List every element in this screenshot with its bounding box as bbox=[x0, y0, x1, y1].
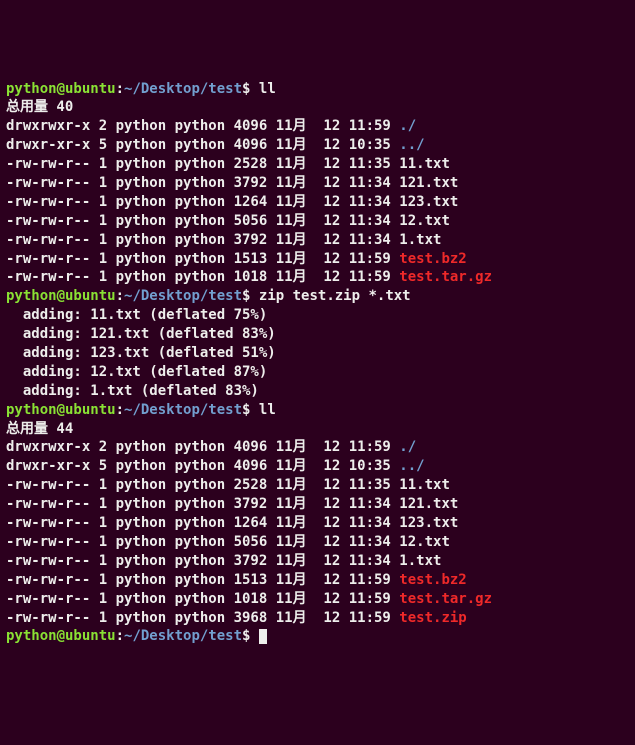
ls-meta: -rw-rw-r-- 1 python python 5056 11月 12 1… bbox=[6, 213, 399, 229]
ls-meta: -rw-rw-r-- 1 python python 5056 11月 12 1… bbox=[6, 534, 399, 550]
command-text: ll bbox=[259, 81, 276, 97]
ls-meta: -rw-rw-r-- 1 python python 3792 11月 12 1… bbox=[6, 175, 399, 191]
ls-row: drwxrwxr-x 2 python python 4096 11月 12 1… bbox=[6, 117, 629, 136]
ls-meta: -rw-rw-r-- 1 python python 2528 11月 12 1… bbox=[6, 156, 399, 172]
prompt-sep: : bbox=[116, 81, 124, 97]
prompt-sep: : bbox=[116, 288, 124, 304]
ls-row: -rw-rw-r-- 1 python python 1018 11月 12 1… bbox=[6, 268, 629, 287]
ls-row: -rw-rw-r-- 1 python python 3968 11月 12 1… bbox=[6, 609, 629, 628]
command-line-2: python@ubuntu:~/Desktop/test$ zip test.z… bbox=[6, 287, 629, 306]
ls-row: -rw-rw-r-- 1 python python 3792 11月 12 1… bbox=[6, 552, 629, 571]
ls-filename: test.tar.gz bbox=[399, 591, 492, 607]
ls-meta: -rw-rw-r-- 1 python python 3968 11月 12 1… bbox=[6, 610, 399, 626]
ls-filename: ./ bbox=[399, 439, 416, 455]
ls-meta: -rw-rw-r-- 1 python python 1264 11月 12 1… bbox=[6, 194, 399, 210]
prompt-user: python@ubuntu bbox=[6, 628, 116, 644]
ls-filename: 121.txt bbox=[399, 496, 458, 512]
prompt-user: python@ubuntu bbox=[6, 288, 116, 304]
ls-row: -rw-rw-r-- 1 python python 1264 11月 12 1… bbox=[6, 193, 629, 212]
ls-filename: 1.txt bbox=[399, 232, 441, 248]
ls-filename: ../ bbox=[399, 458, 424, 474]
command-line-3: python@ubuntu:~/Desktop/test$ ll bbox=[6, 401, 629, 420]
ls-meta: -rw-rw-r-- 1 python python 1264 11月 12 1… bbox=[6, 515, 399, 531]
cursor bbox=[259, 629, 267, 644]
command-line-active[interactable]: python@ubuntu:~/Desktop/test$ bbox=[6, 627, 629, 646]
ls-meta: -rw-rw-r-- 1 python python 3792 11月 12 1… bbox=[6, 496, 399, 512]
prompt-user: python@ubuntu bbox=[6, 402, 116, 418]
ls-filename: 1.txt bbox=[399, 553, 441, 569]
terminal[interactable]: python@ubuntu:~/Desktop/test$ ll总用量 40dr… bbox=[6, 80, 629, 647]
ls-meta: -rw-rw-r-- 1 python python 3792 11月 12 1… bbox=[6, 553, 399, 569]
ls-filename: 121.txt bbox=[399, 175, 458, 191]
ls-meta: drwxrwxr-x 2 python python 4096 11月 12 1… bbox=[6, 118, 399, 134]
prompt-sep: : bbox=[116, 402, 124, 418]
prompt-dollar: $ bbox=[242, 81, 259, 97]
command-line-1: python@ubuntu:~/Desktop/test$ ll bbox=[6, 80, 629, 99]
ls-filename: 123.txt bbox=[399, 194, 458, 210]
total-line: 总用量 44 bbox=[6, 420, 629, 439]
ls-meta: -rw-rw-r-- 1 python python 1018 11月 12 1… bbox=[6, 591, 399, 607]
ls-filename: 12.txt bbox=[399, 534, 450, 550]
prompt-path: ~/Desktop/test bbox=[124, 402, 242, 418]
ls-filename: 12.txt bbox=[399, 213, 450, 229]
ls-filename: test.tar.gz bbox=[399, 269, 492, 285]
ls-filename: 123.txt bbox=[399, 515, 458, 531]
prompt-dollar: $ bbox=[242, 628, 259, 644]
ls-filename: test.bz2 bbox=[399, 572, 466, 588]
prompt-user: python@ubuntu bbox=[6, 81, 116, 97]
prompt-path: ~/Desktop/test bbox=[124, 81, 242, 97]
command-text: zip test.zip *.txt bbox=[259, 288, 411, 304]
ls-filename: 11.txt bbox=[399, 156, 450, 172]
zip-output-line: adding: 11.txt (deflated 75%) bbox=[6, 306, 629, 325]
prompt-dollar: $ bbox=[242, 402, 259, 418]
ls-meta: drwxrwxr-x 2 python python 4096 11月 12 1… bbox=[6, 439, 399, 455]
total-line: 总用量 40 bbox=[6, 98, 629, 117]
ls-meta: -rw-rw-r-- 1 python python 1513 11月 12 1… bbox=[6, 572, 399, 588]
prompt-path: ~/Desktop/test bbox=[124, 628, 242, 644]
ls-row: -rw-rw-r-- 1 python python 1513 11月 12 1… bbox=[6, 571, 629, 590]
ls-row: -rw-rw-r-- 1 python python 3792 11月 12 1… bbox=[6, 495, 629, 514]
ls-meta: -rw-rw-r-- 1 python python 1513 11月 12 1… bbox=[6, 251, 399, 267]
ls-filename: test.zip bbox=[399, 610, 466, 626]
ls-row: -rw-rw-r-- 1 python python 3792 11月 12 1… bbox=[6, 174, 629, 193]
ls-meta: -rw-rw-r-- 1 python python 3792 11月 12 1… bbox=[6, 232, 399, 248]
ls-filename: ./ bbox=[399, 118, 416, 134]
ls-row: -rw-rw-r-- 1 python python 2528 11月 12 1… bbox=[6, 155, 629, 174]
zip-output-line: adding: 121.txt (deflated 83%) bbox=[6, 325, 629, 344]
ls-row: -rw-rw-r-- 1 python python 1513 11月 12 1… bbox=[6, 250, 629, 269]
prompt-sep: : bbox=[116, 628, 124, 644]
prompt-dollar: $ bbox=[242, 288, 259, 304]
ls-row: drwxr-xr-x 5 python python 4096 11月 12 1… bbox=[6, 457, 629, 476]
ls-row: -rw-rw-r-- 1 python python 3792 11月 12 1… bbox=[6, 231, 629, 250]
zip-output-line: adding: 12.txt (deflated 87%) bbox=[6, 363, 629, 382]
prompt-path: ~/Desktop/test bbox=[124, 288, 242, 304]
ls-filename: ../ bbox=[399, 137, 424, 153]
ls-row: drwxrwxr-x 2 python python 4096 11月 12 1… bbox=[6, 438, 629, 457]
zip-output-line: adding: 123.txt (deflated 51%) bbox=[6, 344, 629, 363]
ls-row: -rw-rw-r-- 1 python python 5056 11月 12 1… bbox=[6, 212, 629, 231]
ls-filename: 11.txt bbox=[399, 477, 450, 493]
ls-meta: -rw-rw-r-- 1 python python 2528 11月 12 1… bbox=[6, 477, 399, 493]
ls-row: -rw-rw-r-- 1 python python 5056 11月 12 1… bbox=[6, 533, 629, 552]
ls-row: -rw-rw-r-- 1 python python 1264 11月 12 1… bbox=[6, 514, 629, 533]
ls-meta: drwxr-xr-x 5 python python 4096 11月 12 1… bbox=[6, 458, 399, 474]
ls-row: -rw-rw-r-- 1 python python 1018 11月 12 1… bbox=[6, 590, 629, 609]
ls-filename: test.bz2 bbox=[399, 251, 466, 267]
ls-meta: -rw-rw-r-- 1 python python 1018 11月 12 1… bbox=[6, 269, 399, 285]
ls-row: -rw-rw-r-- 1 python python 2528 11月 12 1… bbox=[6, 476, 629, 495]
command-text: ll bbox=[259, 402, 276, 418]
zip-output-line: adding: 1.txt (deflated 83%) bbox=[6, 382, 629, 401]
ls-row: drwxr-xr-x 5 python python 4096 11月 12 1… bbox=[6, 136, 629, 155]
ls-meta: drwxr-xr-x 5 python python 4096 11月 12 1… bbox=[6, 137, 399, 153]
